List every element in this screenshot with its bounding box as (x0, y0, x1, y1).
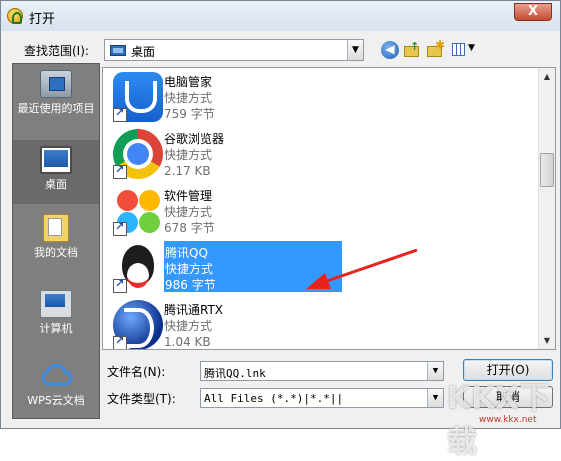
look-in-label: 查找范围(I): (24, 44, 89, 58)
place-recent-items[interactable]: 最近使用的项目 (13, 70, 99, 117)
filetype-label: 文件类型(T): (107, 392, 176, 406)
new-folder-button[interactable]: ✱ (426, 38, 446, 59)
chevron-down-icon: ▼ (468, 43, 475, 53)
shortcut-arrow-icon (113, 277, 127, 293)
filename-label: 文件名(N): (107, 365, 166, 379)
list-item[interactable]: 电脑管家 快捷方式 759 字节 (111, 70, 531, 126)
up-arrow-icon: ↑ (410, 40, 420, 53)
place-label: 桌面 (45, 178, 67, 191)
list-item-selected[interactable]: 腾讯QQ 快捷方式 986 字节 (111, 241, 531, 297)
window-title: 打开 (29, 12, 56, 27)
shortcut-arrow-icon (113, 163, 127, 179)
file-type: 快捷方式 (164, 319, 213, 333)
file-size: 2.17 KB (164, 164, 211, 178)
list-item[interactable]: 谷歌浏览器 快捷方式 2.17 KB (111, 127, 531, 183)
vertical-scrollbar[interactable]: ▲ ▼ (538, 68, 555, 349)
file-type: 快捷方式 (164, 91, 213, 105)
up-one-level-button[interactable]: ↑ (403, 40, 421, 59)
filetype-value: All Files (*.*)|*.*|| (204, 392, 344, 405)
wps-cloud-icon (39, 362, 73, 390)
file-type: 快捷方式 (165, 262, 214, 276)
scroll-up-button[interactable]: ▲ (539, 68, 555, 85)
place-label: 计算机 (39, 322, 73, 335)
file-name: 腾讯通RTX (164, 303, 224, 317)
back-button[interactable]: ◀ (381, 41, 399, 59)
place-desktop[interactable]: 桌面 (13, 140, 99, 204)
chevron-down-icon[interactable]: ▼ (427, 389, 443, 407)
chevron-down-icon[interactable]: ▼ (427, 362, 443, 380)
app-icon (7, 8, 23, 24)
shortcut-arrow-icon (113, 106, 127, 122)
sparkle-icon: ✱ (435, 38, 446, 52)
file-name: 腾讯QQ (165, 246, 208, 260)
view-grid-icon (452, 43, 465, 56)
desktop-small-icon (110, 45, 126, 56)
place-label: WPS云文档 (27, 394, 85, 407)
file-name: 谷歌浏览器 (164, 132, 225, 146)
place-my-documents[interactable]: 我的文档 (13, 214, 99, 261)
documents-folder-icon (43, 214, 69, 242)
list-item[interactable]: 腾讯通RTX 快捷方式 1.04 KB (111, 298, 531, 349)
file-list: 电脑管家 快捷方式 759 字节 谷歌浏览器 快捷方式 2.17 KB 软件管理… (102, 67, 556, 350)
view-menu-button[interactable]: ▼ (451, 41, 479, 59)
file-type: 快捷方式 (164, 205, 213, 219)
filetype-dropdown[interactable]: All Files (*.*)|*.*|| ▼ (200, 388, 444, 408)
place-wps-cloud[interactable]: WPS云文档 (13, 362, 99, 409)
place-label: 最近使用的项目 (17, 102, 95, 115)
look-in-dropdown[interactable]: 桌面 ▼ (104, 39, 364, 61)
chevron-down-icon[interactable]: ▼ (347, 40, 363, 60)
file-size: 1.04 KB (164, 335, 211, 349)
shortcut-arrow-icon (113, 334, 127, 349)
scroll-down-button[interactable]: ▼ (539, 332, 555, 349)
list-item[interactable]: 软件管理 快捷方式 678 字节 (111, 184, 531, 240)
filename-field[interactable]: 腾讯QQ.lnk ▼ (200, 361, 444, 381)
file-size: 986 字节 (165, 278, 216, 292)
filename-value: 腾讯QQ.lnk (204, 367, 266, 380)
file-type: 快捷方式 (164, 148, 213, 162)
computer-icon (40, 290, 72, 318)
recent-items-icon (40, 70, 72, 98)
file-size: 678 字节 (164, 221, 215, 235)
places-bar: 最近使用的项目 桌面 我的文档 计算机 WPS云文档 (12, 63, 100, 419)
title-bar: 打开 X (1, 1, 560, 31)
place-label: 我的文档 (34, 246, 78, 259)
close-button[interactable]: X (514, 3, 552, 21)
file-name: 电脑管家 (164, 75, 213, 89)
desktop-icon (40, 146, 72, 174)
file-name: 软件管理 (164, 189, 213, 203)
scrollbar-thumb[interactable] (540, 153, 554, 187)
place-computer[interactable]: 计算机 (13, 290, 99, 337)
watermark-url: www.kkx.net (479, 415, 537, 425)
look-in-value: 桌面 (131, 45, 156, 59)
file-size: 759 字节 (164, 107, 215, 121)
shortcut-arrow-icon (113, 220, 127, 236)
open-file-dialog: 打开 X 查找范围(I): 桌面 ▼ ◀ ↑ ✱ ▼ 最近使用的项目 桌面 我的… (0, 0, 561, 460)
